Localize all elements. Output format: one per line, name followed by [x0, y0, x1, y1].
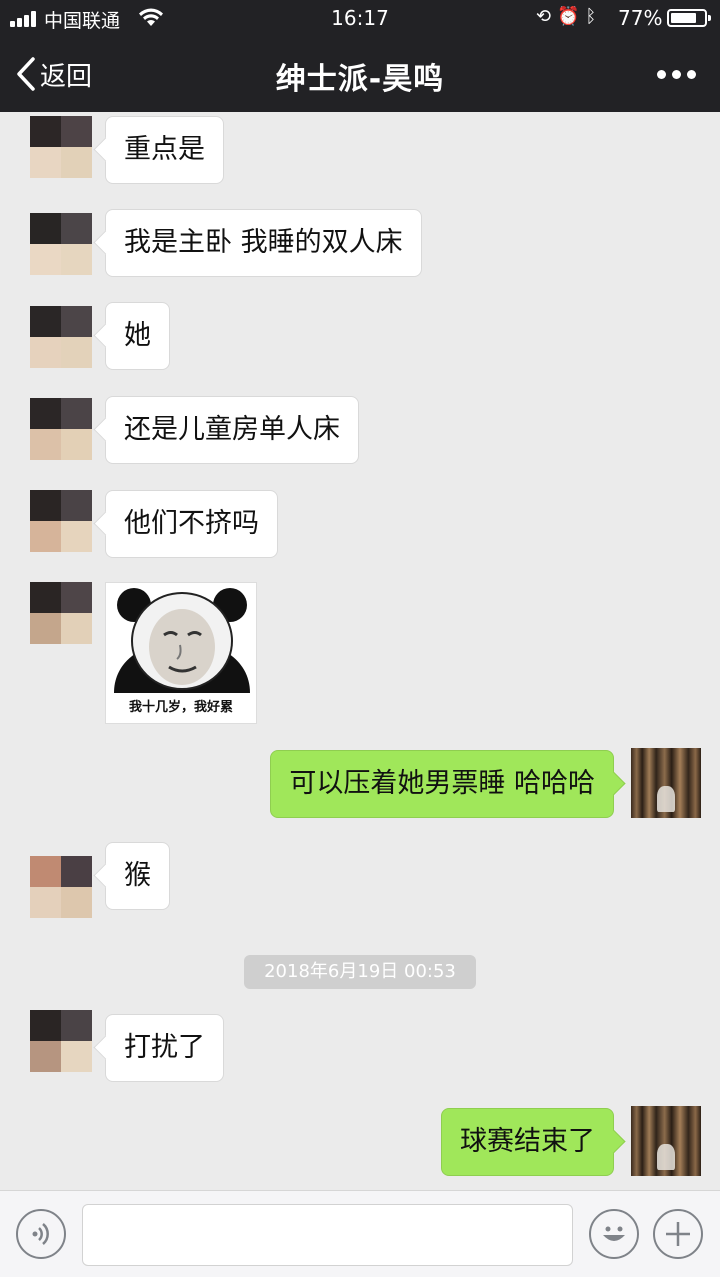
- chat-title: 绅士派-昊鸣: [275, 62, 445, 97]
- message-input[interactable]: [82, 1204, 573, 1266]
- bluetooth-icon: ᛒ: [585, 6, 597, 27]
- plus-icon[interactable]: [653, 1209, 703, 1259]
- contact-avatar[interactable]: [30, 398, 92, 460]
- alarm-icon: ⏰: [557, 6, 580, 27]
- self-avatar[interactable]: [631, 1106, 701, 1176]
- rotation-lock-icon: ⟲: [536, 6, 552, 27]
- input-bar: [0, 1190, 720, 1277]
- incoming-message-bubble[interactable]: 猴: [105, 842, 170, 910]
- panda-meme-icon: [114, 588, 250, 693]
- voice-icon[interactable]: [16, 1209, 66, 1259]
- contact-avatar[interactable]: [30, 582, 92, 644]
- sticker-caption: 我十几岁，我好累: [128, 700, 233, 715]
- incoming-message-bubble[interactable]: 打扰了: [105, 1014, 224, 1082]
- nav-bar: 返回 绅士派-昊鸣: [0, 36, 720, 112]
- timestamp-label: 2018年6月19日 00:53: [244, 955, 476, 989]
- outgoing-message-bubble[interactable]: 可以压着她男票睡 哈哈哈: [270, 750, 614, 818]
- incoming-message-bubble[interactable]: 还是儿童房单人床: [105, 396, 359, 464]
- sticker-image[interactable]: 我十几岁，我好累: [105, 582, 257, 724]
- more-dots-icon[interactable]: [657, 70, 696, 79]
- contact-avatar[interactable]: [30, 213, 92, 275]
- contact-avatar[interactable]: [30, 856, 92, 918]
- battery-icon: [667, 9, 711, 27]
- status-bar: 中国联通 16:17 ⟲ ⏰ ᛒ 77%: [0, 0, 720, 36]
- contact-avatar[interactable]: [30, 1010, 92, 1072]
- status-time: 16:17: [331, 6, 389, 30]
- outgoing-message-bubble[interactable]: 球赛结束了: [441, 1108, 614, 1176]
- incoming-message-bubble[interactable]: 他们不挤吗: [105, 490, 278, 558]
- top-bar: 中国联通 16:17 ⟲ ⏰ ᛒ 77% 返回 绅士派-昊鸣: [0, 0, 720, 112]
- incoming-message-bubble[interactable]: 我是主卧 我睡的双人床: [105, 209, 422, 277]
- contact-avatar[interactable]: [30, 116, 92, 178]
- emoji-icon[interactable]: [589, 1209, 639, 1259]
- incoming-message-bubble[interactable]: 她: [105, 302, 170, 370]
- contact-avatar[interactable]: [30, 306, 92, 368]
- chat-area[interactable]: 重点是 我是主卧 我睡的双人床 她 还是儿童房单人床 他们不挤吗 我十几岁，我好…: [0, 112, 720, 1190]
- contact-avatar[interactable]: [30, 490, 92, 552]
- battery-percent: 77%: [618, 6, 663, 30]
- self-avatar[interactable]: [631, 748, 701, 818]
- incoming-message-bubble[interactable]: 重点是: [105, 116, 224, 184]
